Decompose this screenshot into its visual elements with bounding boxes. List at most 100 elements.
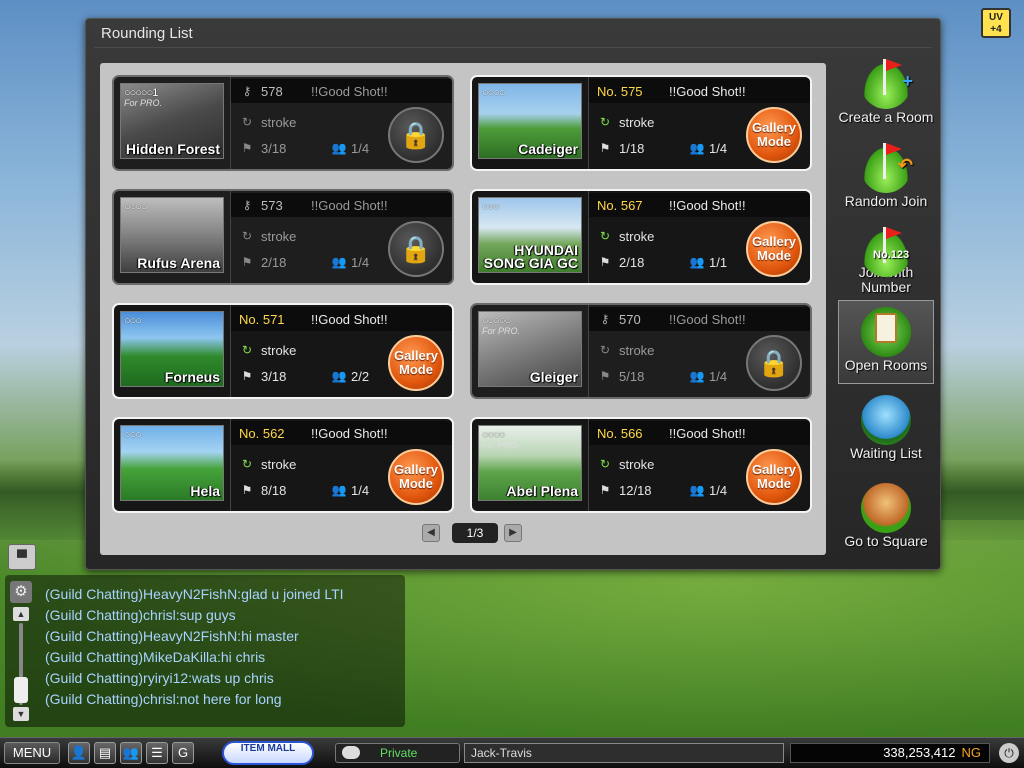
- hole-progress: 2/18: [619, 255, 645, 270]
- course-name: Abel Plena: [506, 483, 578, 499]
- game-mode: stroke: [619, 115, 655, 130]
- course-thumbnail: ○○○○ Rufus Arena: [120, 197, 224, 273]
- cycle-icon: ↻: [241, 343, 253, 357]
- player-count: 1/4: [351, 255, 370, 270]
- course-name: Hidden Forest: [125, 141, 220, 157]
- players-icon: 👥: [689, 141, 705, 155]
- scroll-thumb[interactable]: [14, 677, 28, 703]
- room-name: !!Good Shot!!: [311, 312, 388, 327]
- join-number-badge: No.123: [873, 249, 910, 261]
- profile-icon[interactable]: 👤: [68, 742, 90, 764]
- scroll-down-icon[interactable]: ▼: [13, 707, 29, 721]
- cycle-icon: ↻: [599, 115, 611, 129]
- rounding-list-panel: Rounding List ○○○○○1 For PRO. Hidden Fores…: [85, 18, 941, 570]
- exit-icon[interactable]: ⏻: [999, 743, 1019, 763]
- guild-button[interactable]: G: [172, 742, 194, 764]
- go-to-square-button[interactable]: Go to Square: [838, 483, 934, 567]
- lock-icon[interactable]: 🔒: [388, 107, 444, 163]
- chat-toggle-button[interactable]: ▀: [8, 544, 36, 570]
- gallery-mode-button[interactable]: Gallery Mode: [388, 449, 444, 505]
- house-icon: [861, 483, 911, 533]
- hole-progress: 8/18: [261, 483, 287, 498]
- gear-icon[interactable]: ⚙: [10, 581, 32, 603]
- random-join-button[interactable]: ↶ Random Join: [838, 143, 934, 217]
- uv-badge[interactable]: UV +4: [981, 8, 1011, 38]
- bag-icon[interactable]: ▤: [94, 742, 116, 764]
- flag-number-icon: No.123: [861, 227, 911, 277]
- flag-icon: ⚑: [241, 255, 253, 269]
- gallery-mode-button[interactable]: Gallery Mode: [388, 335, 444, 391]
- players-icon: 👥: [331, 483, 347, 497]
- course-name: Hela: [190, 483, 220, 499]
- room-card[interactable]: ○○○○○ For PRO. Gleiger ⚷ 570 !!Good Shot!! ↻ st…: [470, 303, 812, 399]
- panel-title: Rounding List: [101, 25, 193, 42]
- key-icon: ⚷: [600, 312, 610, 326]
- open-rooms-label: Open Rooms: [844, 357, 928, 373]
- room-card[interactable]: ○○○ Forneus No. 571 !!Good Shot!! ↻ stroke ⚑ 3/…: [112, 303, 454, 399]
- speech-bubble-icon: [342, 746, 360, 759]
- for-pro-tag: For PRO.: [482, 440, 521, 450]
- players-icon: 👥: [689, 483, 705, 497]
- room-list: ○○○○○1 For PRO. Hidden Forest ⚷ 578 !!Good Sh…: [100, 63, 826, 555]
- course-thumbnail: ○○○ Hela: [120, 425, 224, 501]
- waiting-list-button[interactable]: Waiting List: [838, 395, 934, 473]
- hole-progress: 2/18: [261, 255, 287, 270]
- menu-button[interactable]: MENU: [4, 742, 60, 764]
- gallery-mode-button[interactable]: Gallery Mode: [746, 221, 802, 277]
- player-count: 1/4: [709, 141, 728, 156]
- players-icon: 👥: [689, 255, 705, 269]
- room-info: No. 562 !!Good Shot!! ↻ stroke ⚑ 8/18 👥 1/4 Gall…: [230, 419, 452, 511]
- open-rooms-button[interactable]: Open Rooms: [838, 300, 934, 384]
- room-card[interactable]: ○○○ HYUNDAI SONG GIA GC No. 567 !!Good Shot…: [470, 189, 812, 285]
- notes-icon[interactable]: ☰: [146, 742, 168, 764]
- hole-progress: 12/18: [619, 483, 652, 498]
- chat-line: (Guild Chatting)HeavyN2FishN:glad u join…: [45, 586, 344, 602]
- waiting-list-label: Waiting List: [850, 445, 922, 461]
- hole-progress: 1/18: [619, 141, 645, 156]
- friends-icon[interactable]: 👥: [120, 742, 142, 764]
- flag-icon: ⚑: [599, 369, 611, 383]
- lock-icon[interactable]: 🔒: [746, 335, 802, 391]
- player-count: 1/4: [351, 141, 370, 156]
- room-name: !!Good Shot!!: [669, 84, 746, 99]
- ng-balance: 338,253,412 NG: [790, 743, 990, 763]
- course-name: HYUNDAI SONG GIA GC: [483, 242, 578, 271]
- room-card[interactable]: ○○○○○1 For PRO. Hidden Forest ⚷ 578 !!Good Sh…: [112, 75, 454, 171]
- gallery-mode-button[interactable]: Gallery Mode: [746, 107, 802, 163]
- flag-icon: ⚑: [599, 141, 611, 155]
- chat-input[interactable]: Jack-Travis: [464, 743, 784, 763]
- flag-icon: ⚑: [599, 255, 611, 269]
- room-info: ⚷ 573 !!Good Shot!! ↻ stroke ⚑ 2/18 👥 1/4 🔒: [230, 191, 452, 283]
- gallery-mode-button[interactable]: Gallery Mode: [746, 449, 802, 505]
- item-mall-button[interactable]: ITEM MALL: [222, 741, 314, 765]
- flag-icon: ⚑: [599, 483, 611, 497]
- room-card[interactable]: ○○○○ For PRO. Abel Plena No. 566 !!Good Shot…: [470, 417, 812, 513]
- chat-mode-label: Private: [380, 746, 418, 760]
- difficulty-rings: ○○○○: [482, 87, 506, 99]
- prev-page-button[interactable]: ◀: [422, 524, 440, 542]
- scroll-up-icon[interactable]: ▲: [13, 607, 29, 621]
- hole-progress: 3/18: [261, 369, 287, 384]
- chat-scrollbar[interactable]: ▲ ▼: [13, 607, 29, 721]
- room-card[interactable]: ○○○ Hela No. 562 !!Good Shot!! ↻ stroke ⚑ 8/18 👥…: [112, 417, 454, 513]
- mode-icon: ↻: [599, 343, 611, 357]
- chat-mode-select[interactable]: Private: [335, 743, 460, 763]
- hole-progress: 3/18: [261, 141, 287, 156]
- player-count: 1/4: [709, 483, 728, 498]
- room-name: !!Good Shot!!: [669, 312, 746, 327]
- create-room-button[interactable]: + Create a Room: [838, 59, 934, 133]
- lock-icon[interactable]: 🔒: [388, 221, 444, 277]
- room-card[interactable]: ○○○○ Cadeiger No. 575 !!Good Shot!! ↻ stroke ⚑…: [470, 75, 812, 171]
- next-page-button[interactable]: ▶: [504, 524, 522, 542]
- room-info: No. 571 !!Good Shot!! ↻ stroke ⚑ 3/18 👥 2/2 Gall…: [230, 305, 452, 397]
- bottom-bar: MENU 👤 ▤ 👥 ☰ G ITEM MALL Private Jack-Tr…: [0, 737, 1024, 768]
- room-number: No. 566: [597, 426, 643, 441]
- room-card[interactable]: ○○○○ Rufus Arena ⚷ 573 !!Good Shot!! ↻ stroke ⚑…: [112, 189, 454, 285]
- game-mode: stroke: [619, 343, 655, 358]
- room-name: !!Good Shot!!: [311, 84, 388, 99]
- join-number-button[interactable]: No.123 Join with Number: [838, 227, 934, 305]
- cycle-icon: ↻: [599, 229, 611, 243]
- room-number: No. 567: [597, 198, 643, 213]
- difficulty-rings: ○○○: [482, 201, 500, 213]
- player-count: 2/2: [351, 369, 370, 384]
